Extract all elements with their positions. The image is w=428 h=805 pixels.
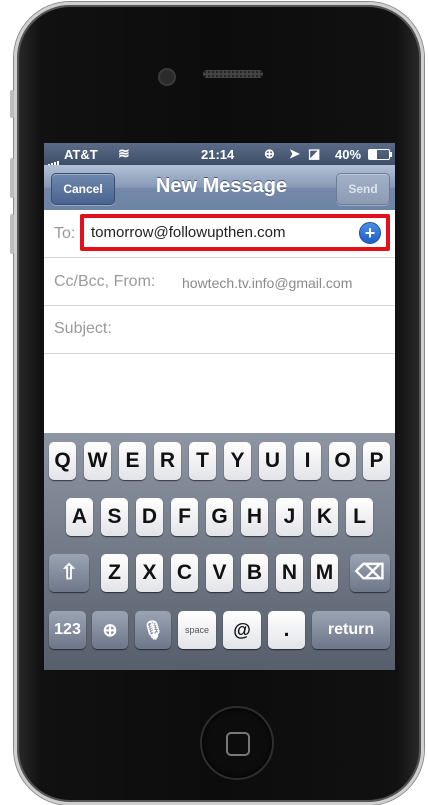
key-v[interactable]: V [206, 554, 233, 592]
mute-switch[interactable] [10, 90, 14, 118]
cancel-button[interactable]: Cancel [51, 173, 115, 205]
rotation-lock-icon: ⊕ [264, 146, 275, 161]
to-field-highlight: tomorrow@followupthen.com + [80, 214, 390, 251]
status-bar: AT&T ≋ 21:14 ⊕ ➤ ◪ 40% [44, 143, 395, 167]
carrier-label: AT&T [64, 147, 98, 162]
backspace-key[interactable]: ⌫ [350, 554, 390, 592]
key-l[interactable]: L [346, 498, 373, 536]
message-body[interactable] [44, 354, 395, 433]
key-q[interactable]: Q [49, 442, 76, 480]
add-contact-icon[interactable]: + [359, 222, 381, 244]
space-key[interactable]: space [178, 611, 216, 649]
at-key[interactable]: @ [223, 611, 261, 649]
key-b[interactable]: B [241, 554, 268, 592]
key-h[interactable]: H [241, 498, 268, 536]
volume-up-button[interactable] [10, 158, 14, 198]
ccbcc-label: Cc/Bcc, From: [54, 273, 156, 290]
speaker-grille [203, 70, 263, 78]
key-o[interactable]: O [329, 442, 356, 480]
key-m[interactable]: M [311, 554, 338, 592]
battery-icon [368, 149, 392, 160]
key-i[interactable]: I [294, 442, 321, 480]
microphone-icon[interactable]: 🎙 [135, 611, 171, 649]
key-j[interactable]: J [276, 498, 303, 536]
to-row[interactable]: To: tomorrow@followupthen.com + [44, 210, 395, 258]
key-w[interactable]: W [84, 442, 111, 480]
subject-label: Subject: [54, 320, 112, 337]
to-field[interactable]: tomorrow@followupthen.com [91, 224, 285, 241]
nav-bar: Cancel New Message Send [44, 165, 395, 211]
subject-row[interactable]: Subject: [44, 306, 395, 354]
shift-key[interactable]: ⇧ [49, 554, 89, 592]
page-title: New Message [155, 175, 288, 197]
to-label: To: [54, 225, 76, 242]
screen: AT&T ≋ 21:14 ⊕ ➤ ◪ 40% Cancel New Messag… [44, 143, 395, 670]
clock: 21:14 [201, 147, 235, 162]
home-button[interactable] [200, 706, 274, 780]
key-c[interactable]: C [171, 554, 198, 592]
battery-percent: 40% [335, 147, 362, 162]
key-d[interactable]: D [136, 498, 163, 536]
key-n[interactable]: N [276, 554, 303, 592]
dot-key[interactable]: . [268, 611, 305, 649]
key-t[interactable]: T [189, 442, 216, 480]
key-z[interactable]: Z [101, 554, 128, 592]
key-u[interactable]: U [259, 442, 286, 480]
key-a[interactable]: A [66, 498, 93, 536]
keyboard: Q W E R T Y U I O P A S D F G H J K L ⇧ … [44, 433, 395, 670]
home-square-icon [226, 732, 250, 756]
globe-icon[interactable]: ⊕ [92, 611, 128, 649]
key-k[interactable]: K [311, 498, 338, 536]
location-icon: ➤ [289, 146, 300, 161]
wifi-icon: ≋ [118, 145, 130, 161]
key-y[interactable]: Y [224, 442, 251, 480]
key-x[interactable]: X [136, 554, 163, 592]
numbers-key[interactable]: 123 [49, 611, 86, 649]
camera-icon [158, 68, 176, 86]
send-button[interactable]: Send [336, 173, 390, 205]
key-g[interactable]: G [206, 498, 233, 536]
return-key[interactable]: return [312, 611, 390, 649]
alarm-icon: ◪ [308, 146, 321, 161]
from-field[interactable]: howtech.tv.info@gmail.com [182, 275, 352, 291]
key-f[interactable]: F [171, 498, 198, 536]
key-s[interactable]: S [101, 498, 128, 536]
key-p[interactable]: P [363, 442, 390, 480]
key-e[interactable]: E [119, 442, 146, 480]
ccbcc-row[interactable]: Cc/Bcc, From: howtech.tv.info@gmail.com [44, 258, 395, 306]
key-r[interactable]: R [154, 442, 181, 480]
volume-down-button[interactable] [10, 214, 14, 254]
